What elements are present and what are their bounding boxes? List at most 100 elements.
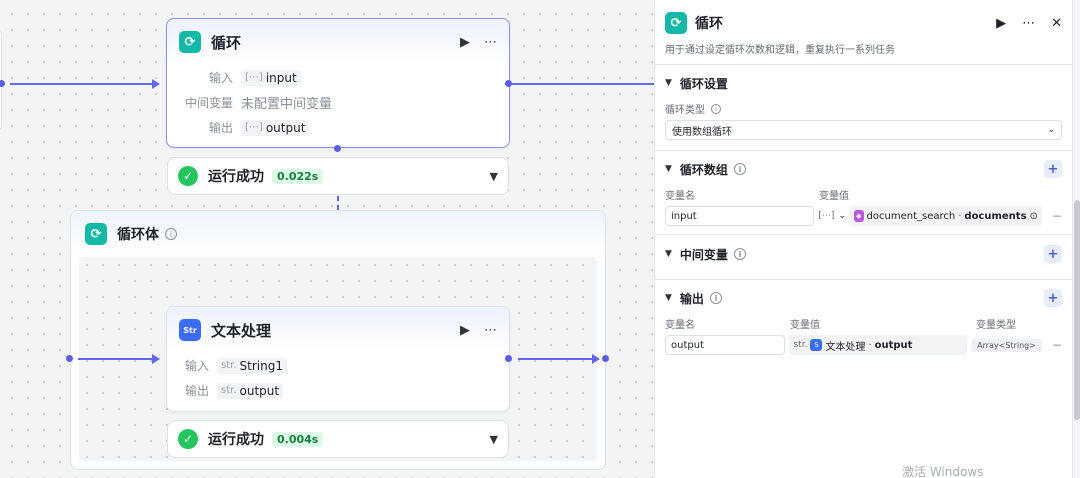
info-icon[interactable]: i: [165, 228, 177, 240]
column-header: 变量名: [665, 320, 695, 331]
output-value-reference[interactable]: str. S 文本处理 · output: [789, 335, 968, 355]
loop-array-section: ▼ 循环数组 i + 变量名 变量值 input [⋯] ⌄ ◆ documen…: [655, 151, 1072, 226]
section-header[interactable]: ▼ 中间变量 i +: [665, 235, 1062, 273]
check-icon: ✓: [178, 429, 198, 449]
play-icon[interactable]: ▶: [460, 35, 470, 50]
row-label: 输入: [184, 359, 209, 373]
chevron-down-icon: ⌄: [1047, 125, 1055, 135]
section-title: 循环数组: [679, 162, 728, 177]
chevron-down-icon[interactable]: ▼: [490, 433, 498, 446]
row-label: 中间变量: [184, 96, 233, 110]
row-value: output: [239, 383, 280, 398]
text-run-status[interactable]: ✓ 运行成功 0.004s ▼: [167, 420, 509, 458]
check-icon: ✓: [178, 166, 198, 186]
loop-type-select[interactable]: 使用数组循环 ⌄: [665, 120, 1062, 140]
caret-down-icon[interactable]: ▼: [665, 293, 672, 303]
loop-input-row: 输入 [⋯] input: [167, 65, 509, 90]
windows-activation-watermark: 激活 Windows: [902, 465, 984, 478]
row-label: 输出: [184, 384, 209, 398]
info-icon[interactable]: i: [733, 163, 746, 175]
connection-line: [512, 83, 654, 85]
row-value: output: [265, 120, 306, 135]
ref-node-name: document_search: [866, 210, 956, 222]
ref-separator: ·: [868, 339, 872, 351]
text-input-row: 输入 str. String1: [167, 353, 509, 378]
chevron-down-icon[interactable]: ▼: [490, 170, 498, 183]
workflow-canvas[interactable]: ⟳ 循环 ▶ ⋯ 输入 [⋯] input 中间变量 未配置中间变量 输出 [⋯]…: [0, 0, 654, 478]
connection-port[interactable]: [66, 355, 73, 362]
section-header[interactable]: ▼ 输出 i +: [665, 280, 1062, 316]
variable-name-input[interactable]: input: [665, 206, 815, 226]
add-button[interactable]: +: [1044, 245, 1062, 263]
loop-icon: ⟳: [179, 31, 201, 53]
caret-down-icon[interactable]: ▼: [665, 164, 672, 174]
info-icon[interactable]: i: [709, 292, 722, 304]
scrollbar-thumb[interactable]: [1074, 200, 1080, 420]
array-type-icon: [⋯]: [818, 211, 835, 221]
connection-port[interactable]: [602, 355, 609, 362]
column-header: 变量类型: [976, 320, 1016, 331]
section-header[interactable]: ▼ 循环设置: [665, 65, 1062, 101]
output-section: ▼ 输出 i + 变量名 变量值 变量类型 output str. S 文本处理…: [655, 280, 1072, 355]
loop-icon: ⟳: [85, 223, 107, 245]
more-icon[interactable]: ⋯: [484, 35, 497, 50]
input-value: input: [671, 210, 697, 222]
loop-body-header: ⟳ 循环体 i: [71, 211, 605, 257]
panel-scrollbar[interactable]: [1072, 0, 1080, 478]
play-icon[interactable]: ▶: [996, 16, 1006, 31]
loop-type-label: 循环类型: [665, 105, 705, 116]
more-icon[interactable]: ⋯: [484, 323, 497, 338]
ref-field-name: documents: [964, 210, 1027, 222]
variable-type-badge: Array<String>: [971, 338, 1042, 352]
loop-config-panel: ⟳ 循环 ▶ ⋯ ✕ 用于通过设定循环次数和逻辑，重复执行一系列任务 ▼ 循环设…: [654, 0, 1072, 478]
connection-line: [10, 83, 156, 85]
connection-line: [518, 358, 596, 360]
loop-settings-section: ▼ 循环设置 循环类型 i 使用数组循环 ⌄: [655, 65, 1072, 140]
row-value: String1: [239, 358, 283, 373]
loop-body-connector: [337, 196, 339, 210]
connection-arrow: [152, 79, 160, 89]
string-type-icon: str.: [793, 340, 808, 350]
connection-port[interactable]: [505, 80, 512, 87]
caret-down-icon[interactable]: ▼: [665, 78, 672, 88]
string-type-icon: str.: [221, 360, 237, 371]
input-value: output: [671, 339, 704, 351]
run-time-badge: 0.022s: [272, 168, 324, 184]
close-icon[interactable]: ✕: [1051, 16, 1062, 31]
connection-port[interactable]: [505, 355, 512, 362]
text-process-node[interactable]: Str 文本处理 ▶ ⋯ 输入 str. String1 输出 str. outpu…: [166, 306, 510, 412]
connection-line: [78, 358, 156, 360]
row-label: 输入: [208, 71, 233, 85]
loop-run-status[interactable]: ✓ 运行成功 0.022s ▼: [167, 157, 509, 195]
more-icon[interactable]: ⋯: [1022, 16, 1035, 31]
add-button[interactable]: +: [1044, 160, 1062, 178]
column-header: 变量值: [819, 191, 849, 202]
target-icon[interactable]: ⊙: [1030, 211, 1038, 222]
info-icon[interactable]: i: [711, 103, 721, 114]
section-title: 中间变量: [679, 247, 728, 262]
text-output-row: 输出 str. output: [167, 378, 509, 403]
status-text: 运行成功: [208, 169, 264, 185]
row-value: 未配置中间变量: [241, 97, 333, 112]
add-button[interactable]: +: [1044, 289, 1062, 307]
caret-down-icon[interactable]: ▼: [665, 249, 672, 259]
array-type-icon: [⋯]: [245, 72, 263, 83]
play-icon[interactable]: ▶: [460, 323, 470, 338]
text-node-header: Str 文本处理 ▶ ⋯: [167, 307, 509, 353]
connection-port[interactable]: [334, 145, 341, 152]
chevron-down-icon[interactable]: ⌄: [838, 211, 846, 221]
remove-button[interactable]: −: [1052, 209, 1062, 223]
loop-node[interactable]: ⟳ 循环 ▶ ⋯ 输入 [⋯] input 中间变量 未配置中间变量 输出 [⋯]…: [166, 18, 510, 148]
info-icon[interactable]: i: [733, 248, 746, 260]
variable-value-reference[interactable]: ◆ document_search · documents ⊙: [849, 206, 1042, 226]
loop-node-header: ⟳ 循环 ▶ ⋯: [167, 19, 509, 65]
section-header[interactable]: ▼ 循环数组 i +: [665, 151, 1062, 187]
connection-port[interactable]: [0, 80, 5, 87]
output-name-input[interactable]: output: [665, 335, 786, 355]
loop-body-title: 循环体: [117, 227, 159, 243]
panel-title: 循环: [695, 16, 723, 32]
panel-description: 用于通过设定循环次数和逻辑，重复执行一系列任务: [665, 45, 895, 56]
string-type-icon: str.: [221, 385, 237, 396]
remove-button[interactable]: −: [1052, 338, 1062, 352]
loop-output-row: 输出 [⋯] output: [167, 115, 509, 140]
